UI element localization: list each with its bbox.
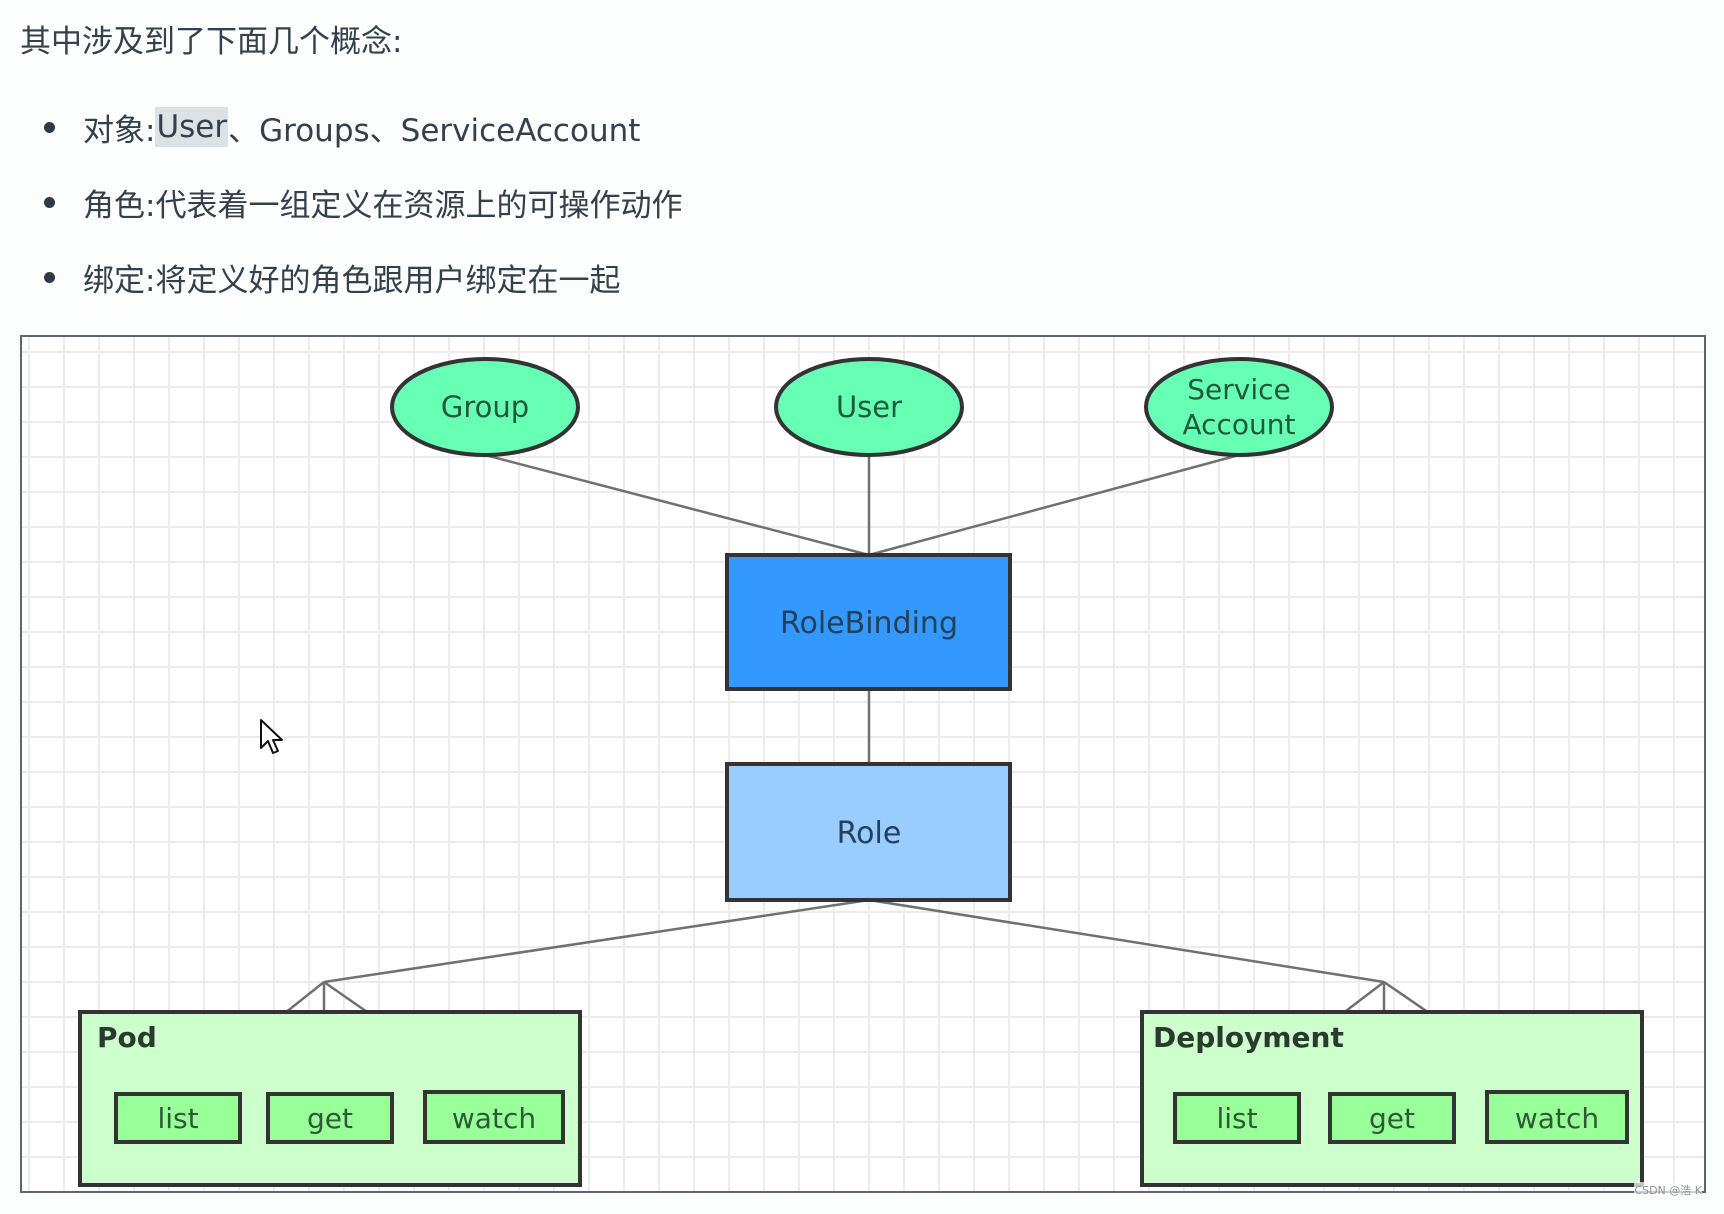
subject-service-account[interactable]: Service Account <box>1144 357 1334 457</box>
concept-label: 角色: <box>83 187 156 224</box>
bullet-icon <box>44 271 55 283</box>
deployment-verb-watch[interactable]: watch <box>1485 1090 1629 1144</box>
deployment-title: Deployment <box>1153 1021 1344 1054</box>
rolebinding-node[interactable]: RoleBinding <box>725 553 1012 691</box>
verb-label: get <box>1369 1102 1415 1135</box>
resource-deployment[interactable]: Deployment list get watch <box>1140 1010 1644 1187</box>
verb-label: list <box>157 1102 198 1135</box>
watermark: CSDN @浩 K <box>1634 1182 1702 1198</box>
concept-label: 绑定: <box>83 262 156 299</box>
subject-user[interactable]: User <box>774 357 964 457</box>
verb-label: watch <box>452 1102 536 1135</box>
concept-description: 将定义好的角色跟用户绑定在一起 <box>155 262 621 299</box>
role-node[interactable]: Role <box>725 762 1012 902</box>
verb-label: watch <box>1515 1102 1599 1135</box>
mouse-pointer-icon <box>260 719 283 754</box>
verb-label: list <box>1216 1102 1257 1135</box>
concept-label: 对象: <box>83 112 156 149</box>
edge-group-rolebinding <box>484 453 870 557</box>
verb-label: get <box>307 1102 353 1135</box>
edge-role-deployment <box>868 898 1385 984</box>
resource-pod[interactable]: Pod list get watch <box>78 1010 582 1187</box>
concept-description: 、Groups、ServiceAccount <box>228 112 641 149</box>
pod-title: Pod <box>97 1021 157 1054</box>
concept-item-role: 角色: 代表着一组定义在资源上的可操作动作 <box>44 180 682 224</box>
concept-item-binding: 绑定: 将定义好的角色跟用户绑定在一起 <box>44 255 620 299</box>
edge-role-pod <box>323 898 870 984</box>
subject-group[interactable]: Group <box>390 357 580 457</box>
concept-item-subjects: 对象: User 、Groups、ServiceAccount <box>44 105 640 149</box>
pod-verb-list[interactable]: list <box>114 1092 242 1144</box>
rolebinding-label: RoleBinding <box>780 606 958 641</box>
rbac-diagram: Group User Service Account RoleBinding R… <box>20 335 1706 1193</box>
service-account-label-line1: Service <box>1187 373 1290 406</box>
group-label: Group <box>441 390 529 424</box>
bullet-icon <box>44 196 55 208</box>
edge-serviceaccount-rolebinding <box>868 453 1240 557</box>
deployment-verb-list[interactable]: list <box>1173 1092 1301 1144</box>
user-label: User <box>836 390 902 424</box>
deployment-verb-get[interactable]: get <box>1328 1092 1456 1144</box>
role-label: Role <box>837 816 902 851</box>
pod-verb-get[interactable]: get <box>266 1092 394 1144</box>
pod-verb-watch[interactable]: watch <box>423 1090 565 1144</box>
diagram-canvas: Group User Service Account RoleBinding R… <box>78 357 1644 1187</box>
intro-title: 其中涉及到了下面几个概念: <box>20 24 403 60</box>
service-account-label-line2: Account <box>1182 408 1295 441</box>
bullet-icon <box>44 121 55 133</box>
concept-description: 代表着一组定义在资源上的可操作动作 <box>155 187 683 224</box>
highlighted-text[interactable]: User <box>155 107 229 147</box>
